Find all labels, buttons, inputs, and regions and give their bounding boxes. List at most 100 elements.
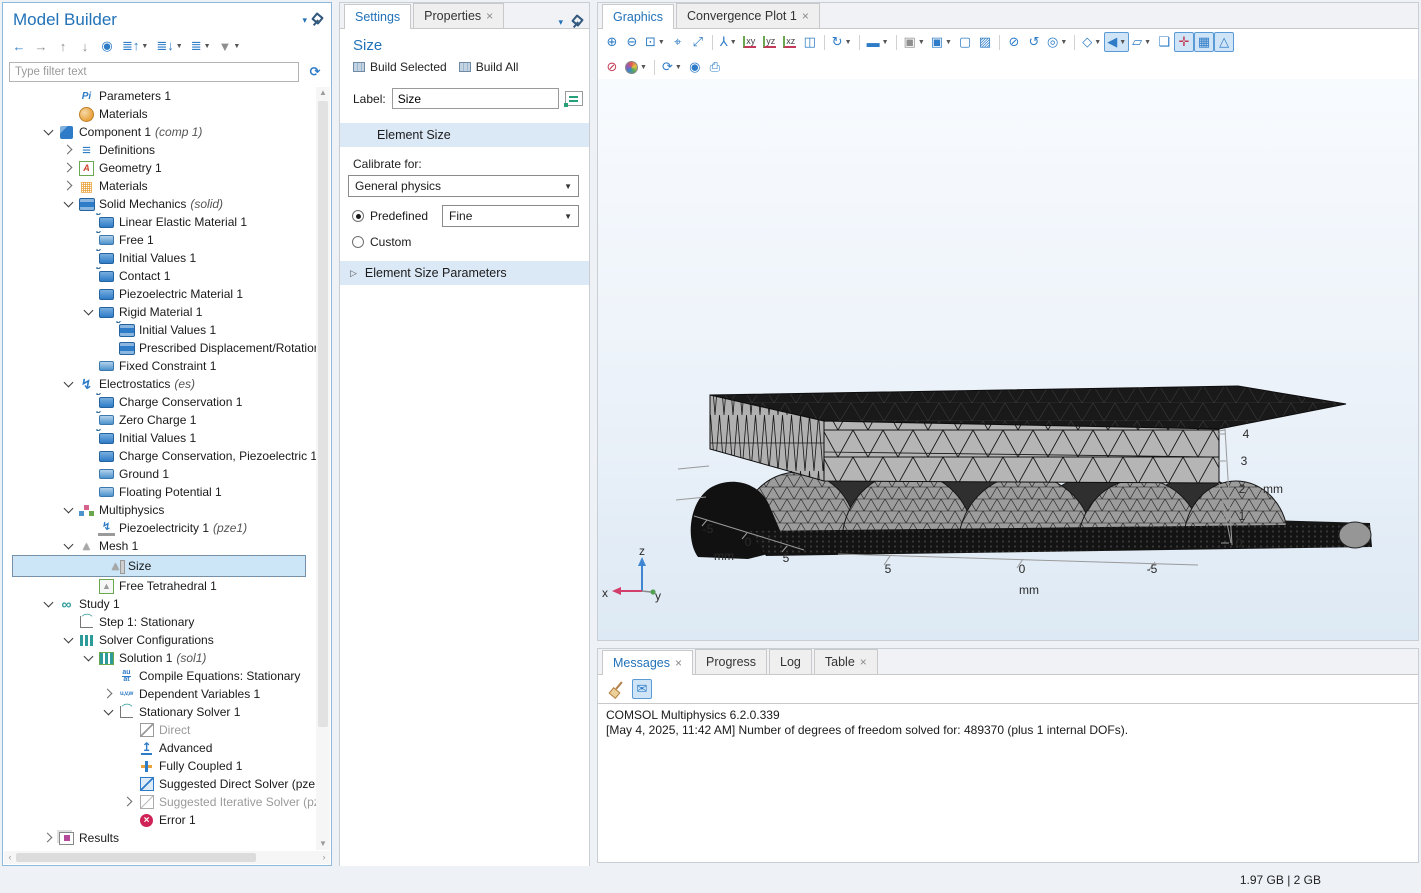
section-element-size-parameters[interactable]: ▷ Element Size Parameters — [340, 261, 589, 285]
view-xy-icon[interactable]: xy — [740, 32, 760, 52]
pin-icon[interactable] — [571, 16, 583, 28]
scroll-left-icon[interactable]: ‹ — [4, 851, 16, 864]
select-next-icon[interactable]: ▣▼ — [928, 32, 955, 52]
tree-item[interactable]: Fully Coupled 1 — [4, 757, 316, 775]
tree-item[interactable]: Piezoelectric Material 1 — [4, 285, 316, 303]
tab-log[interactable]: Log — [769, 649, 812, 674]
tab-table[interactable]: Table× — [814, 649, 878, 674]
tree-item[interactable]: Compile Equations: Stationary — [4, 667, 316, 685]
tree-item[interactable]: Error 1 — [4, 811, 316, 829]
tree-item[interactable]: Initial Values 1 — [4, 249, 316, 267]
view-xz-icon[interactable]: xz — [780, 32, 800, 52]
snapshot-icon[interactable]: ◉ — [685, 57, 705, 77]
section-element-size[interactable]: Element Size — [340, 123, 589, 147]
zoom-in-icon[interactable]: ⊕ — [602, 32, 622, 52]
tree-item[interactable]: Study 1 — [4, 595, 316, 613]
go-to-default-view-icon[interactable]: ⅄▼ — [717, 32, 740, 52]
tree-item[interactable]: Contact 1 — [4, 267, 316, 285]
email-notifications-icon[interactable]: ✉ — [632, 679, 652, 699]
tree-item[interactable]: Suggested Iterative Solver (pze1) — [4, 793, 316, 811]
show-mesh-icon[interactable]: △ — [1214, 32, 1234, 52]
tree-item[interactable]: Parameters 1 — [4, 87, 316, 105]
tab-messages[interactable]: Messages× — [602, 650, 693, 675]
select-previous-icon[interactable]: ▣▼ — [901, 32, 928, 52]
tree-item[interactable]: Linear Elastic Material 1 — [4, 213, 316, 231]
predefined-radio[interactable] — [352, 210, 364, 222]
tab-convergence-plot-1[interactable]: Convergence Plot 1× — [676, 3, 820, 28]
panel-menu-icon[interactable]: ▾ — [302, 15, 307, 26]
tree-item[interactable]: Fixed Constraint 1 — [4, 357, 316, 375]
tree-item[interactable]: Direct — [4, 721, 316, 739]
tree-item[interactable]: Step 1: Stationary — [4, 613, 316, 631]
camera-icon[interactable]: ◫ — [800, 32, 820, 52]
close-tab-icon[interactable]: × — [675, 656, 682, 670]
clear-selection-icon[interactable]: ▨ — [975, 32, 995, 52]
filter-input[interactable] — [9, 62, 299, 82]
collapse-all-icon[interactable]: ≣↓▼ — [153, 36, 185, 56]
scene-light-icon[interactable]: ◀▼ — [1104, 32, 1129, 52]
tree-item[interactable]: Multiphysics — [4, 501, 316, 519]
tree-item[interactable]: Floating Potential 1 — [4, 483, 316, 501]
tree-item[interactable]: Size — [12, 555, 306, 577]
tree-item[interactable]: Solver Configurations — [4, 631, 316, 649]
close-tab-icon[interactable]: × — [860, 655, 867, 669]
chevron-open-icon[interactable] — [60, 375, 78, 393]
chevron-closed-icon[interactable] — [60, 177, 78, 195]
zoom-box-icon[interactable]: ⊡▼ — [642, 32, 668, 52]
update-solution-icon[interactable]: ⟳▼ — [659, 57, 685, 77]
chevron-closed-icon[interactable] — [120, 793, 138, 811]
clear-messages-icon[interactable] — [606, 679, 626, 699]
tree-item[interactable]: Mesh 1 — [4, 537, 316, 555]
tree-item[interactable]: Piezoelectricity 1(pze1) — [4, 519, 316, 537]
tree-item[interactable]: Prescribed Displacement/Rotation — [4, 339, 316, 357]
chevron-open-icon[interactable] — [40, 595, 58, 613]
tree-item[interactable]: Zero Charge 1 — [4, 411, 316, 429]
chevron-open-icon[interactable] — [60, 537, 78, 555]
chevron-closed-icon[interactable] — [60, 141, 78, 159]
show-icon[interactable]: ◉ — [97, 36, 117, 56]
chevron-open-icon[interactable] — [60, 501, 78, 519]
scene-settings-icon[interactable]: ▬▼ — [864, 32, 892, 52]
select-color-off-icon[interactable]: ⊘ — [602, 57, 622, 77]
select-box-icon[interactable]: ▢ — [955, 32, 975, 52]
refresh-icon[interactable]: ⟳ — [305, 62, 325, 82]
tree-item[interactable]: Initial Values 1 — [4, 429, 316, 447]
scrollbar-thumb[interactable] — [318, 101, 328, 727]
chevron-closed-icon[interactable] — [100, 685, 118, 703]
scrollbar-thumb[interactable] — [16, 853, 256, 862]
tree-horizontal-scrollbar[interactable]: ‹ › — [4, 851, 330, 864]
tree-item[interactable]: Definitions — [4, 141, 316, 159]
close-tab-icon[interactable]: × — [802, 9, 809, 23]
tab-graphics[interactable]: Graphics — [602, 4, 674, 29]
build-all-button[interactable]: Build All — [459, 60, 519, 74]
chevron-open-icon[interactable] — [80, 649, 98, 667]
tree-item[interactable]: Materials — [4, 105, 316, 123]
tree-item[interactable]: Materials — [4, 177, 316, 195]
hide-objects-icon[interactable]: ⊘ — [1004, 32, 1024, 52]
show-grid-icon[interactable]: ▦ — [1194, 32, 1214, 52]
tree-item[interactable]: Free 1 — [4, 231, 316, 249]
zoom-extents-icon[interactable]: ⤢ — [688, 32, 708, 52]
chevron-open-icon[interactable] — [60, 195, 78, 213]
tree-item[interactable]: Results — [4, 829, 316, 847]
show-axes-icon[interactable]: ✛ — [1174, 32, 1194, 52]
custom-radio[interactable] — [352, 236, 364, 248]
tree-item[interactable]: Ground 1 — [4, 465, 316, 483]
graphics-canvas[interactable]: 432mm10-50mm550-5mmzxy — [598, 79, 1418, 640]
view-yz-icon[interactable]: yz — [760, 32, 780, 52]
tree-item[interactable]: Component 1(comp 1) — [4, 123, 316, 141]
tree-vertical-scrollbar[interactable]: ▲ ▼ — [316, 87, 330, 850]
tree-item[interactable]: Charge Conservation 1 — [4, 393, 316, 411]
rename-icon[interactable] — [565, 91, 583, 106]
back-icon[interactable]: ← — [9, 36, 29, 56]
label-input[interactable] — [392, 88, 559, 109]
tree-item[interactable]: Initial Values 1 — [4, 321, 316, 339]
tree-item[interactable]: Geometry 1 — [4, 159, 316, 177]
chevron-closed-icon[interactable] — [60, 159, 78, 177]
chevron-open-icon[interactable] — [40, 123, 58, 141]
color-palette-icon[interactable]: ▼ — [622, 57, 650, 77]
view-hidden-icon[interactable]: ◎▼ — [1044, 32, 1070, 52]
tree-item[interactable]: Solution 1(sol1) — [4, 649, 316, 667]
tab-settings[interactable]: Settings — [344, 4, 411, 29]
pin-icon[interactable] — [311, 14, 323, 26]
